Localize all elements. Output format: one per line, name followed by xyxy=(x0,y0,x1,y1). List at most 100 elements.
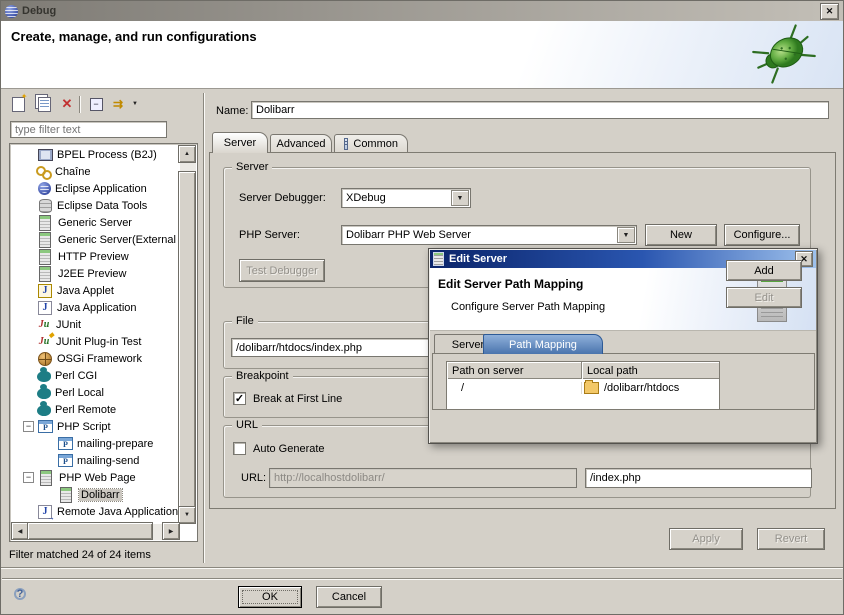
break-first-line-checkbox[interactable]: ✓ xyxy=(233,392,246,405)
php-server-select[interactable]: Dolibarr PHP Web Server ▼ xyxy=(341,225,637,245)
chevron-down-icon: ▼ xyxy=(132,101,138,107)
tree-item-bpel-process[interactable]: BPEL Process (B2J) xyxy=(11,146,198,163)
tree-item-chaine[interactable]: Chaîne xyxy=(11,163,198,180)
dialog-heading: Edit Server Path Mapping xyxy=(438,277,583,291)
dialog-help-button[interactable]: ? xyxy=(14,588,26,600)
scroll-right-icon: ▶ xyxy=(169,528,174,535)
dialog-tab-path-mapping[interactable]: Path Mapping xyxy=(483,334,603,354)
help-icon: ? xyxy=(17,588,24,600)
tree-item-junit-plugin-test[interactable]: JuJUnit Plug-in Test xyxy=(11,333,198,350)
collapse-expander-icon[interactable]: − xyxy=(23,421,34,432)
tree-item-j2ee-preview[interactable]: J2EE Preview xyxy=(11,265,198,282)
toolbar-separator xyxy=(79,96,81,113)
tree-item-java-application[interactable]: JJava Application xyxy=(11,299,198,316)
java-applet-icon: J xyxy=(38,284,52,298)
tree-item-generic-server-external[interactable]: Generic Server(External La xyxy=(11,231,198,248)
combo-arrow-icon[interactable]: ▼ xyxy=(451,190,469,206)
scroll-left-icon: ◀ xyxy=(18,528,23,535)
auto-generate-checkbox[interactable] xyxy=(233,442,246,455)
table-row[interactable]: / /dolibarr/htdocs xyxy=(447,379,719,396)
tree-item-perl-local[interactable]: Perl Local xyxy=(11,384,198,401)
scroll-up-button[interactable]: ▲ xyxy=(178,145,196,163)
new-server-button[interactable]: New xyxy=(645,224,717,246)
server-debugger-value: XDebug xyxy=(346,192,386,204)
horizontal-scroll-thumb[interactable] xyxy=(27,522,153,540)
dialog-subheading: Configure Server Path Mapping xyxy=(451,301,605,313)
local-path-cell: /dolibarr/htdocs xyxy=(582,382,719,394)
debug-configurations-window: Debug ✕ Create, manage, and run configur… xyxy=(0,0,844,615)
panel-divider[interactable] xyxy=(203,93,205,563)
duplicate-configuration-button[interactable] xyxy=(32,94,54,114)
duplicate-icon xyxy=(38,97,51,112)
configuration-tree: BPEL Process (B2J) Chaîne Eclipse Applic… xyxy=(9,143,198,542)
name-input[interactable] xyxy=(251,101,829,119)
remote-java-icon: J xyxy=(38,505,52,519)
php-script-icon: P xyxy=(58,454,73,467)
perl-camel-icon xyxy=(37,371,51,382)
window-title: Debug xyxy=(22,5,56,17)
scroll-down-button[interactable]: ▼ xyxy=(178,506,196,524)
tree-item-eclipse-application[interactable]: Eclipse Application xyxy=(11,180,198,197)
delete-configuration-button[interactable]: ✕ xyxy=(56,94,78,114)
filter-menu-dropdown[interactable]: ▼ xyxy=(129,94,141,114)
tab-common[interactable]: Common xyxy=(334,134,408,153)
column-header-local-path: Local path xyxy=(582,362,719,379)
window-titlebar: Debug ✕ xyxy=(1,1,843,21)
perl-camel-icon xyxy=(37,405,51,416)
tree-item-junit[interactable]: JuJUnit xyxy=(11,316,198,333)
server-icon xyxy=(39,266,51,282)
name-label: Name: xyxy=(216,105,248,117)
tree-item-generic-server[interactable]: Generic Server xyxy=(11,214,198,231)
php-server-value: Dolibarr PHP Web Server xyxy=(346,229,471,241)
server-icon xyxy=(60,487,72,503)
check-icon: ✓ xyxy=(235,394,244,404)
close-icon: ✕ xyxy=(826,6,834,17)
url-group-title: URL xyxy=(232,419,262,431)
auto-generate-label: Auto Generate xyxy=(253,443,325,455)
tree-item-php-web-page[interactable]: −PHP Web Page xyxy=(11,469,191,486)
combo-arrow-icon[interactable]: ▼ xyxy=(617,227,635,243)
url-path-input[interactable] xyxy=(585,468,812,488)
tree-item-php-script[interactable]: −PPHP Script xyxy=(11,418,191,435)
scroll-down-icon: ▼ xyxy=(184,512,190,518)
test-debugger-button[interactable]: Test Debugger xyxy=(239,259,325,282)
column-header-path-on-server: Path on server xyxy=(447,362,582,379)
collapse-all-button[interactable]: − xyxy=(85,94,107,114)
vertical-scroll-thumb[interactable] xyxy=(178,171,196,508)
folder-icon xyxy=(584,382,599,394)
tree-item-eclipse-data-tools[interactable]: Eclipse Data Tools xyxy=(11,197,198,214)
tree-item-perl-cgi[interactable]: Perl CGI xyxy=(11,367,198,384)
tree-item-mailing-prepare[interactable]: Pmailing-prepare xyxy=(11,435,198,452)
break-first-line-label: Break at First Line xyxy=(253,393,342,405)
server-debugger-select[interactable]: XDebug ▼ xyxy=(341,188,471,208)
tree-item-java-applet[interactable]: JJava Applet xyxy=(11,282,198,299)
file-group-title: File xyxy=(232,315,258,327)
chain-icon xyxy=(36,166,52,178)
ok-button[interactable]: OK xyxy=(238,586,302,608)
cancel-button[interactable]: Cancel xyxy=(316,586,382,608)
server-path-cell: / xyxy=(447,382,582,394)
scroll-right-button[interactable]: ▶ xyxy=(162,522,180,540)
tree-item-remote-java-application[interactable]: JRemote Java Application xyxy=(11,503,198,520)
window-close-button[interactable]: ✕ xyxy=(820,3,839,20)
add-mapping-button[interactable]: Add xyxy=(726,260,802,281)
tree-item-osgi-framework[interactable]: OSGi Framework xyxy=(11,350,198,367)
osgi-framework-icon xyxy=(38,352,52,366)
tree-item-dolibarr[interactable]: Dolibarr xyxy=(11,486,198,503)
page-title: Create, manage, and run configurations xyxy=(11,29,257,44)
new-configuration-button[interactable] xyxy=(7,94,29,114)
tree-item-perl-remote[interactable]: Perl Remote xyxy=(11,401,198,418)
apply-button[interactable]: Apply xyxy=(669,528,743,550)
tree-item-http-preview[interactable]: HTTP Preview xyxy=(11,248,198,265)
server-icon xyxy=(39,249,51,265)
configure-server-button[interactable]: Configure... xyxy=(724,224,800,246)
collapse-expander-icon[interactable]: − xyxy=(23,472,34,483)
edit-mapping-button[interactable]: Edit xyxy=(726,287,802,308)
tree-item-mailing-send[interactable]: Pmailing-send xyxy=(11,452,198,469)
revert-button[interactable]: Revert xyxy=(757,528,825,550)
filter-input[interactable] xyxy=(10,121,167,138)
dialog-button-bar: ? OK Cancel xyxy=(2,578,842,613)
filter-configurations-button[interactable]: ⇉ xyxy=(107,94,129,114)
tab-server[interactable]: Server xyxy=(212,132,268,153)
tab-advanced[interactable]: Advanced xyxy=(270,134,332,153)
